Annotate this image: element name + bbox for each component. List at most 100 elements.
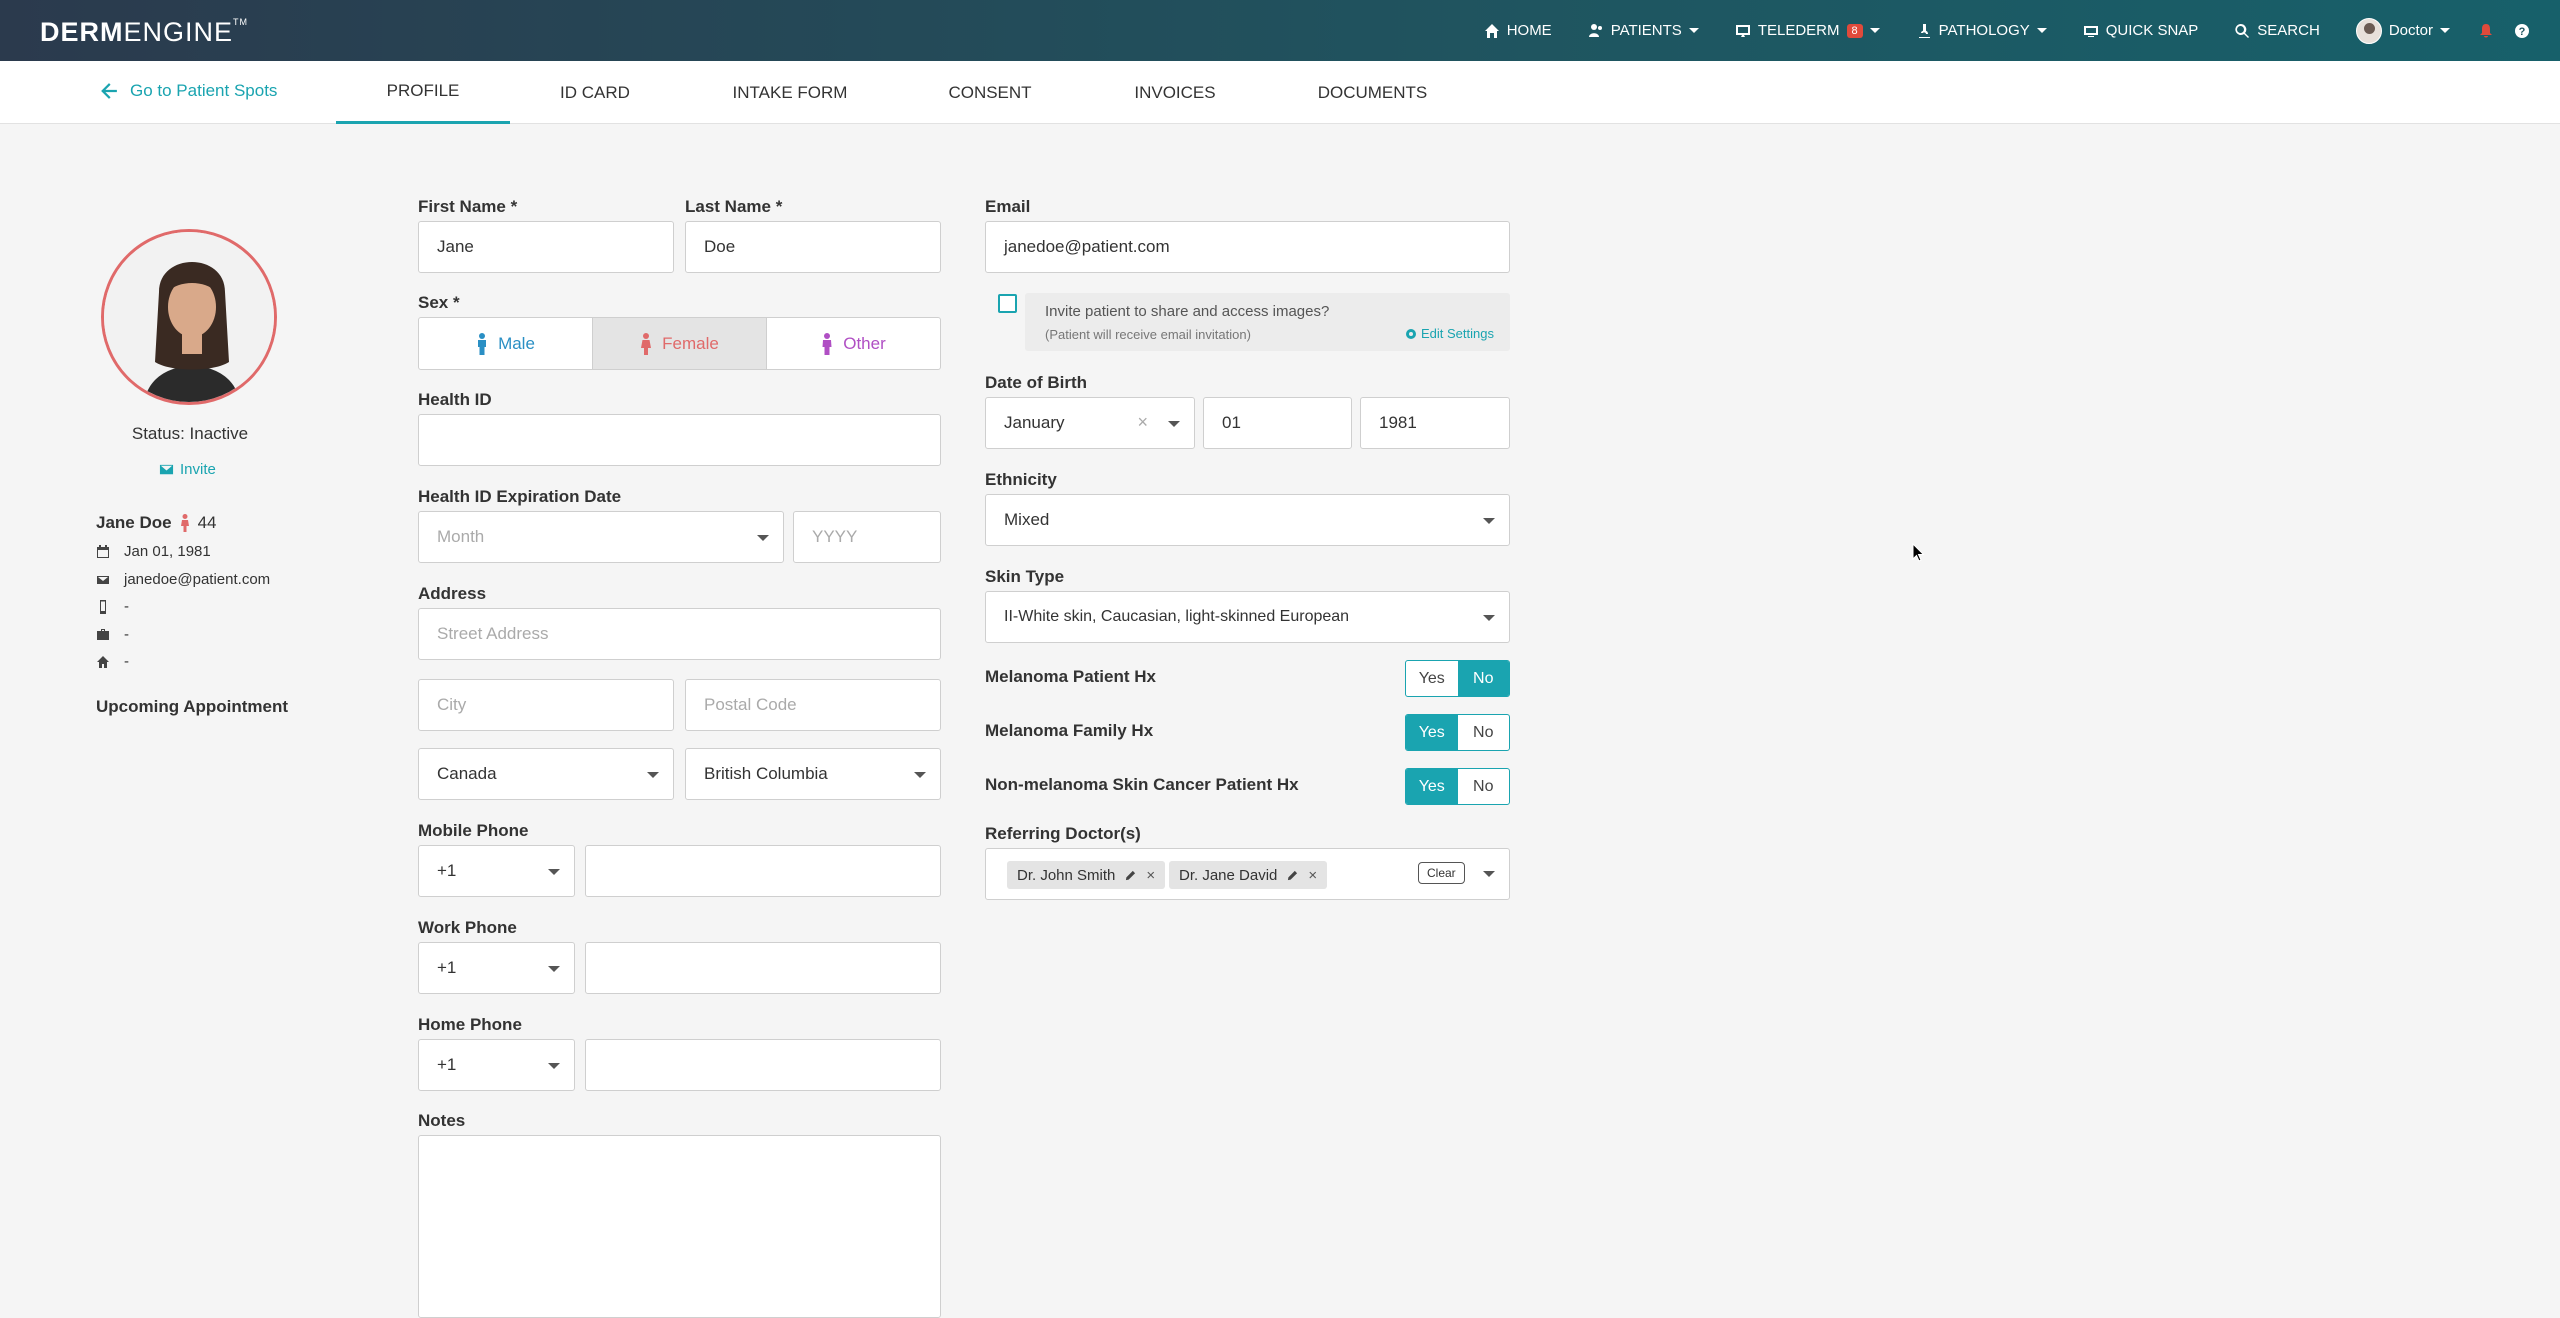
melanoma-patient-toggle: Yes No <box>1405 660 1510 697</box>
tab-consent[interactable]: CONSENT <box>920 61 1060 124</box>
dermengine-logo[interactable]: DERMENGINETM <box>40 17 248 48</box>
tab-invoices[interactable]: INVOICES <box>1105 61 1245 124</box>
dob-month-select[interactable]: January × <box>985 397 1195 449</box>
patient-work-row: - <box>96 626 129 643</box>
last-name-label: Last Name * <box>685 197 783 216</box>
sex-male-button[interactable]: Male <box>419 318 593 369</box>
edit-settings-link[interactable]: Edit Settings <box>1405 326 1494 341</box>
patient-photo[interactable] <box>101 229 277 405</box>
tab-documents[interactable]: DOCUMENTS <box>1295 61 1450 124</box>
gear-icon <box>1406 328 1416 339</box>
health-id-exp-year-input[interactable]: YYYY <box>793 511 941 563</box>
logo-light: ENGINE <box>123 17 234 47</box>
nav-help[interactable]: ? <box>2504 0 2540 61</box>
ethnicity-select[interactable]: Mixed <box>985 494 1510 546</box>
melanoma-family-toggle: Yes No <box>1405 714 1510 751</box>
home-phone-input[interactable] <box>585 1039 941 1091</box>
chevron-down-icon <box>2036 28 2047 33</box>
clear-doctors-button[interactable]: Clear <box>1418 862 1465 884</box>
mobile-phone-input[interactable] <box>585 845 941 897</box>
mobile-phone-label: Mobile Phone <box>418 821 529 840</box>
mouse-cursor-icon <box>1912 543 1925 562</box>
nav-quick-snap[interactable]: QUICK SNAP <box>2065 0 2217 61</box>
nav-home-label: HOME <box>1506 22 1552 39</box>
nav-user-menu[interactable]: Doctor <box>2338 0 2468 61</box>
melanoma-family-yes[interactable]: Yes <box>1406 715 1458 750</box>
home-code-value: +1 <box>437 1055 457 1074</box>
tab-intake-form[interactable]: INTAKE FORM <box>700 61 880 124</box>
home-phone-label: Home Phone <box>418 1015 522 1034</box>
home-icon <box>97 655 109 668</box>
chevron-down-icon <box>914 772 926 778</box>
doctor-chip: Dr. John Smith × <box>1007 861 1166 889</box>
street-address-input[interactable]: Street Address <box>418 608 941 660</box>
edit-settings-label: Edit Settings <box>1421 326 1494 341</box>
mobile-code-value: +1 <box>437 861 457 880</box>
sex-label: Sex * <box>418 293 460 312</box>
mobile-country-code-select[interactable]: +1 <box>418 845 575 897</box>
work-phone-input[interactable] <box>585 942 941 994</box>
clear-icon[interactable]: × <box>1137 412 1148 433</box>
nav-search-label: SEARCH <box>2257 22 2320 39</box>
search-icon <box>2235 23 2250 38</box>
home-country-code-select[interactable]: +1 <box>418 1039 575 1091</box>
patient-dob: Jan 01, 1981 <box>124 543 211 560</box>
invite-checkbox[interactable] <box>998 294 1017 313</box>
health-id-input[interactable] <box>418 414 941 466</box>
invite-panel <box>1025 293 1510 351</box>
nonmelanoma-yes[interactable]: Yes <box>1406 769 1458 804</box>
nav-search[interactable]: SEARCH <box>2216 0 2338 61</box>
briefcase-icon <box>97 628 109 640</box>
dob-year-input[interactable]: 1981 <box>1360 397 1510 449</box>
remove-chip-icon[interactable]: × <box>1146 867 1155 884</box>
mobile-icon <box>100 599 106 614</box>
patient-home-row: - <box>96 653 129 670</box>
logo-tm: TM <box>233 17 249 27</box>
pencil-icon[interactable] <box>1287 870 1298 881</box>
address-label: Address <box>418 584 487 603</box>
melanoma-patient-yes[interactable]: Yes <box>1406 661 1458 696</box>
city-input[interactable]: City <box>418 679 674 731</box>
nav-telederm[interactable]: TELEDERM 8 <box>1717 0 1898 61</box>
nav-notifications[interactable] <box>2468 0 2504 61</box>
male-icon <box>478 332 487 355</box>
tab-profile[interactable]: PROFILE <box>336 61 510 124</box>
nav-home[interactable]: HOME <box>1466 0 1570 61</box>
email-input[interactable]: janedoe@patient.com <box>985 221 1510 273</box>
nonmelanoma-no[interactable]: No <box>1458 769 1510 804</box>
sex-other-button[interactable]: Other <box>767 318 940 369</box>
nonmelanoma-toggle: Yes No <box>1405 768 1510 805</box>
patient-dob-row: Jan 01, 1981 <box>96 543 211 560</box>
ethnicity-label: Ethnicity <box>985 470 1057 489</box>
invite-link[interactable]: Invite <box>159 461 216 478</box>
female-icon <box>180 514 189 532</box>
chevron-down-icon[interactable] <box>1483 871 1495 877</box>
chevron-down-icon <box>1869 28 1880 33</box>
melanoma-family-label: Melanoma Family Hx <box>985 721 1154 740</box>
sex-female-button[interactable]: Female <box>593 318 767 369</box>
province-select[interactable]: British Columbia <box>685 748 941 800</box>
sex-male-label: Male <box>498 333 535 353</box>
doctor-chip-label: Dr. John Smith <box>1017 866 1116 884</box>
skin-type-select[interactable]: II-White skin, Caucasian, light-skinned … <box>985 591 1510 643</box>
work-country-code-select[interactable]: +1 <box>418 942 575 994</box>
dob-day-input[interactable]: 01 <box>1203 397 1352 449</box>
notes-textarea[interactable] <box>418 1135 941 1318</box>
tab-id-card[interactable]: ID CARD <box>530 61 660 124</box>
sex-selector: Male Female Other <box>418 317 941 370</box>
first-name-input[interactable]: Jane <box>418 221 674 273</box>
remove-chip-icon[interactable]: × <box>1308 867 1317 884</box>
patient-email: janedoe@patient.com <box>124 571 271 588</box>
postal-code-input[interactable]: Postal Code <box>685 679 941 731</box>
chevron-down-icon <box>1483 615 1495 621</box>
nav-pathology[interactable]: PATHOLOGY <box>1898 0 2065 61</box>
calendar-icon <box>97 544 109 558</box>
melanoma-family-no[interactable]: No <box>1458 715 1510 750</box>
last-name-input[interactable]: Doe <box>685 221 941 273</box>
country-select[interactable]: Canada <box>418 748 674 800</box>
health-id-exp-month-select[interactable]: Month <box>418 511 784 563</box>
melanoma-patient-no[interactable]: No <box>1457 661 1509 696</box>
pencil-icon[interactable] <box>1125 870 1136 881</box>
nav-patients[interactable]: PATIENTS <box>1570 0 1717 61</box>
back-to-patient-spots[interactable]: Go to Patient Spots <box>100 81 277 101</box>
